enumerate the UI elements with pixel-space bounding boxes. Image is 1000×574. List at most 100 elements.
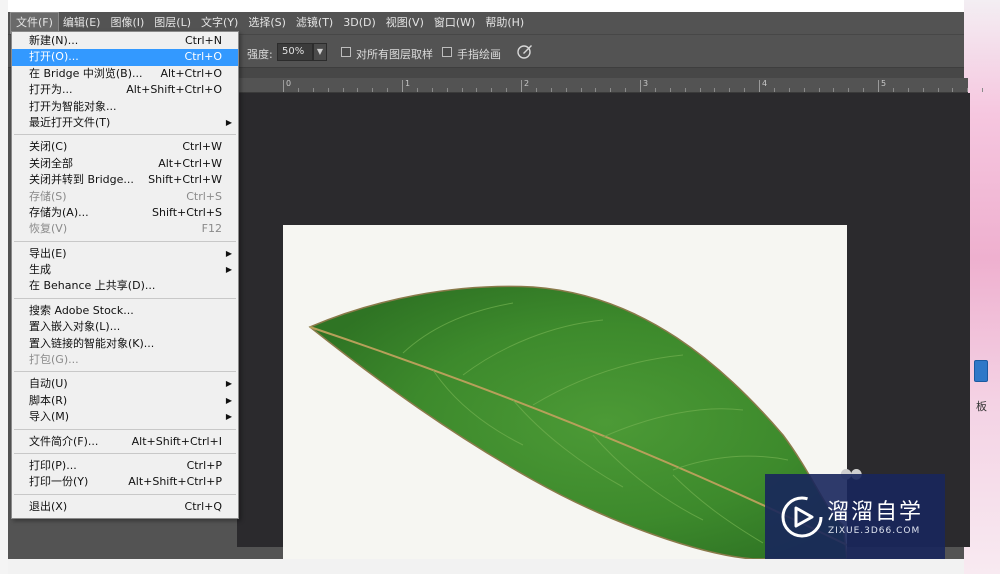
file-menu-item[interactable]: 打印一份(Y) Alt+Shift+Ctrl+P [12,474,238,490]
bottom-strip [8,559,964,574]
file-menu-item[interactable]: 在 Behance 上共享(D)... [12,278,238,294]
submenu-arrow-icon: ▶ [225,395,232,405]
menu-7[interactable]: 3D(D) [338,13,381,33]
file-menu-item[interactable]: 存储为(A)... Shift+Ctrl+S [12,205,238,221]
submenu-arrow-icon: ▶ [225,117,232,127]
finger-painting-checkbox[interactable] [442,47,452,57]
watermark-badge: 溜溜自学 ZIXUE.3D66.COM [765,474,945,559]
ruler-minor-tick [818,88,820,92]
watermark-title: 溜溜自学 [827,500,924,525]
file-menu-item[interactable]: 打开(O)... Ctrl+O [12,49,238,66]
menu-4[interactable]: 文字(Y) [196,13,243,33]
menu-item-shortcut: Alt+Shift+Ctrl+I [131,434,222,448]
stylus-pressure-icon[interactable] [516,42,534,60]
menu-10[interactable]: 帮助(H) [480,13,529,33]
menu-item-label: 在 Bridge 中浏览(B)... [29,66,143,80]
ruler-minor-tick [952,88,954,92]
strength-dropdown-button[interactable]: ▼ [313,43,327,61]
menu-item-label: 置入链接的智能对象(K)... [29,336,155,350]
menu-9[interactable]: 窗口(W) [429,13,480,33]
ruler-minor-tick [357,88,359,92]
ruler-minor-tick [833,88,835,92]
ruler-minor-tick [848,88,850,92]
file-menu-item[interactable]: 脚本(R) ▶ [12,393,238,409]
menu-0[interactable]: 文件(F) [10,12,59,34]
ruler-minor-tick [922,88,924,92]
menu-item-shortcut: Ctrl+Q [184,499,222,513]
file-menu-item[interactable]: 搜索 Adobe Stock... [12,303,238,319]
ruler-minor-tick [461,88,463,92]
ruler-minor-tick [937,88,939,92]
ruler-minor-tick [342,88,344,92]
menu-item-shortcut: Ctrl+P [186,458,222,472]
menu-item-label: 打包(G)... [29,353,79,367]
file-menu-item[interactable]: 新建(N)... Ctrl+N [12,33,238,49]
file-menu-item: 恢复(V) F12 [12,221,238,237]
menu-item-label: 退出(X) [29,499,68,513]
sample-all-layers-checkbox[interactable] [341,47,351,57]
file-menu-item[interactable]: 最近打开文件(T) ▶ [12,115,238,131]
side-text: 板 [976,400,987,413]
menu-1[interactable]: 编辑(E) [58,13,106,33]
chevron-down-icon: ▼ [316,47,324,56]
file-menu-item: 打包(G)... [12,352,238,368]
sample-all-layers-label: 对所有图层取样 [356,48,433,61]
ruler-minor-tick [803,88,805,92]
menu-item-label: 导出(E) [29,246,67,260]
file-menu-item[interactable]: 文件简介(F)... Alt+Shift+Ctrl+I [12,434,238,450]
ruler-label: 2 [524,79,530,88]
ruler-minor-tick [654,88,656,92]
file-menu-item[interactable]: 退出(X) Ctrl+Q [12,499,238,515]
menu-6[interactable]: 滤镜(T) [291,13,338,33]
ruler-minor-tick [595,88,597,92]
file-menu-item[interactable]: 置入嵌入对象(L)... [12,319,238,335]
side-taskbar-tab[interactable] [974,360,988,382]
ruler-minor-tick [982,88,984,92]
menu-3[interactable]: 图层(L) [149,13,196,33]
file-menu-item[interactable]: 打开为智能对象... [12,99,238,115]
menu-item-label: 文件简介(F)... [29,434,99,448]
menu-8[interactable]: 视图(V) [381,13,429,33]
document-canvas[interactable] [283,225,847,559]
menu-separator [14,493,236,495]
menu-separator [14,452,236,454]
menu-2[interactable]: 图像(I) [105,13,149,33]
file-menu-item[interactable]: 关闭(C) Ctrl+W [12,139,238,155]
file-menu-item[interactable]: 关闭并转到 Bridge... Shift+Ctrl+W [12,172,238,188]
file-menu-item[interactable]: 生成 ▶ [12,262,238,278]
ruler-minor-tick [535,88,537,92]
menu-item-label: 打印一份(Y) [29,475,89,489]
ruler-major-tick [640,80,641,92]
submenu-arrow-icon: ▶ [225,379,232,389]
ruler-major-tick [759,80,760,92]
ruler-major-tick [283,80,284,92]
strength-input[interactable]: 50% [277,43,313,61]
file-menu-item[interactable]: 导入(M) ▶ [12,409,238,425]
file-menu-item[interactable]: 在 Bridge 中浏览(B)... Alt+Ctrl+O [12,66,238,82]
menu-item-shortcut: Ctrl+N [184,34,222,47]
file-menu-item[interactable]: 关闭全部 Alt+Ctrl+W [12,156,238,172]
menu-item-label: 打印(P)... [29,458,77,472]
ruler-minor-tick [506,88,508,92]
file-menu-item[interactable]: 打印(P)... Ctrl+P [12,458,238,474]
submenu-arrow-icon: ▶ [225,412,232,422]
file-menu-item[interactable]: 置入链接的智能对象(K)... [12,336,238,352]
ruler-minor-tick [863,88,865,92]
menu-item-shortcut: Alt+Shift+Ctrl+P [128,475,222,489]
ruler-minor-tick [729,88,731,92]
menu-item-label: 存储(S) [29,189,67,203]
menu-item-shortcut: Alt+Ctrl+W [158,156,222,170]
file-menu-item: 存储(S) Ctrl+S [12,189,238,205]
ruler-minor-tick [907,88,909,92]
ruler-minor-tick [387,88,389,92]
ruler-minor-tick [312,88,314,92]
menu-5[interactable]: 选择(S) [243,13,291,33]
file-menu-item[interactable]: 自动(U) ▶ [12,376,238,392]
file-menu-item[interactable]: 打开为... Alt+Shift+Ctrl+O [12,82,238,98]
menu-item-label: 置入嵌入对象(L)... [29,320,121,334]
ruler-major-tick [402,80,403,92]
watermark-subtitle: ZIXUE.3D66.COM [828,526,921,536]
file-menu-item[interactable]: 导出(E) ▶ [12,246,238,262]
submenu-arrow-icon: ▶ [225,248,232,258]
menu-item-label: 自动(U) [29,377,68,391]
